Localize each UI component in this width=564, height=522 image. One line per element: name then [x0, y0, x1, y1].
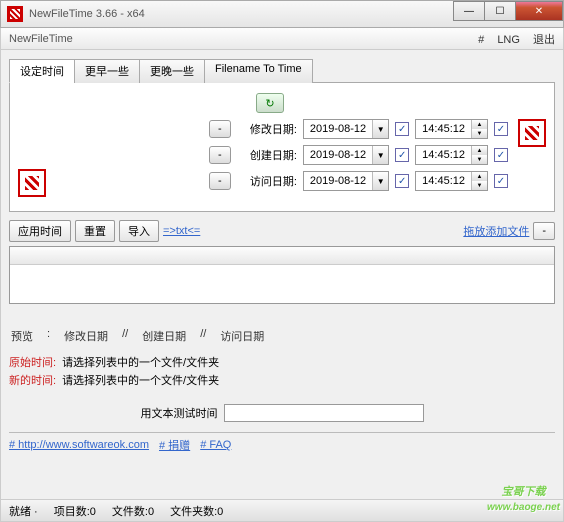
menu-hash[interactable]: #: [478, 34, 484, 46]
minimize-button[interactable]: —: [453, 1, 485, 21]
tab-settime[interactable]: 设定时间: [9, 59, 75, 83]
clock-icon-bottom[interactable]: [18, 169, 46, 197]
window-title: NewFileTime 3.66 - x64: [29, 8, 454, 20]
chevron-down-icon: ▼: [372, 146, 388, 164]
txt-link[interactable]: =>txt<=: [163, 225, 200, 237]
new-time-label: 新的时间:: [9, 375, 56, 387]
refresh-button[interactable]: ↻: [256, 93, 284, 113]
url-link[interactable]: # http://www.softwareok.com: [9, 439, 149, 451]
orig-time-text: 请选择列表中的一个文件/文件夹: [62, 357, 219, 369]
minus-access[interactable]: -: [209, 172, 231, 190]
app-name: NewFileTime: [9, 33, 468, 45]
date-modify[interactable]: 2019-08-12▼: [303, 119, 389, 139]
preview-label: 预览: [11, 328, 33, 344]
clock-icon-top[interactable]: [518, 119, 546, 147]
tab-later[interactable]: 更晚一些: [139, 59, 205, 83]
test-label: 用文本测试时间: [141, 405, 218, 421]
label-access: 访问日期:: [237, 173, 297, 189]
time-modify[interactable]: 14:45:12▲▼: [415, 119, 488, 139]
list-header[interactable]: [10, 247, 554, 265]
time-create[interactable]: 14:45:12▲▼: [415, 145, 488, 165]
orig-time-label: 原始时间:: [9, 357, 56, 369]
label-modify: 修改日期:: [237, 121, 297, 137]
maximize-button[interactable]: ☐: [484, 1, 516, 21]
status-files: 文件数:0: [112, 503, 154, 519]
chk-create-date[interactable]: ✓: [395, 148, 409, 162]
date-access[interactable]: 2019-08-12▼: [303, 171, 389, 191]
chk-access-time[interactable]: ✓: [494, 174, 508, 188]
status-ready: 就绪 ·: [9, 503, 38, 519]
date-create[interactable]: 2019-08-12▼: [303, 145, 389, 165]
donate-link[interactable]: # 捐赠: [159, 437, 190, 453]
apply-button[interactable]: 应用时间: [9, 220, 71, 242]
status-items: 项目数:0: [54, 503, 96, 519]
minus-create[interactable]: -: [209, 146, 231, 164]
remove-button[interactable]: -: [533, 222, 555, 240]
close-button[interactable]: ✕: [515, 1, 563, 21]
tab-earlier[interactable]: 更早一些: [74, 59, 140, 83]
chevron-down-icon: ▼: [372, 172, 388, 190]
file-list[interactable]: [9, 246, 555, 304]
new-time-text: 请选择列表中的一个文件/文件夹: [62, 375, 219, 387]
label-create: 创建日期:: [237, 147, 297, 163]
status-folders: 文件夹数:0: [170, 503, 223, 519]
dragdrop-link[interactable]: 拖放添加文件: [463, 223, 529, 239]
menu-lng[interactable]: LNG: [497, 34, 520, 46]
chevron-down-icon: ▼: [372, 120, 388, 138]
chk-access-date[interactable]: ✓: [395, 174, 409, 188]
chk-modify-time[interactable]: ✓: [494, 122, 508, 136]
reset-button[interactable]: 重置: [75, 220, 115, 242]
faq-link[interactable]: # FAQ: [200, 439, 231, 451]
time-access[interactable]: 14:45:12▲▼: [415, 171, 488, 191]
chk-modify-date[interactable]: ✓: [395, 122, 409, 136]
minus-modify[interactable]: -: [209, 120, 231, 138]
chk-create-time[interactable]: ✓: [494, 148, 508, 162]
app-icon: [7, 6, 23, 22]
test-input[interactable]: [224, 404, 424, 422]
tab-filename[interactable]: Filename To Time: [204, 59, 313, 83]
menu-exit[interactable]: 退出: [533, 34, 555, 46]
import-button[interactable]: 导入: [119, 220, 159, 242]
